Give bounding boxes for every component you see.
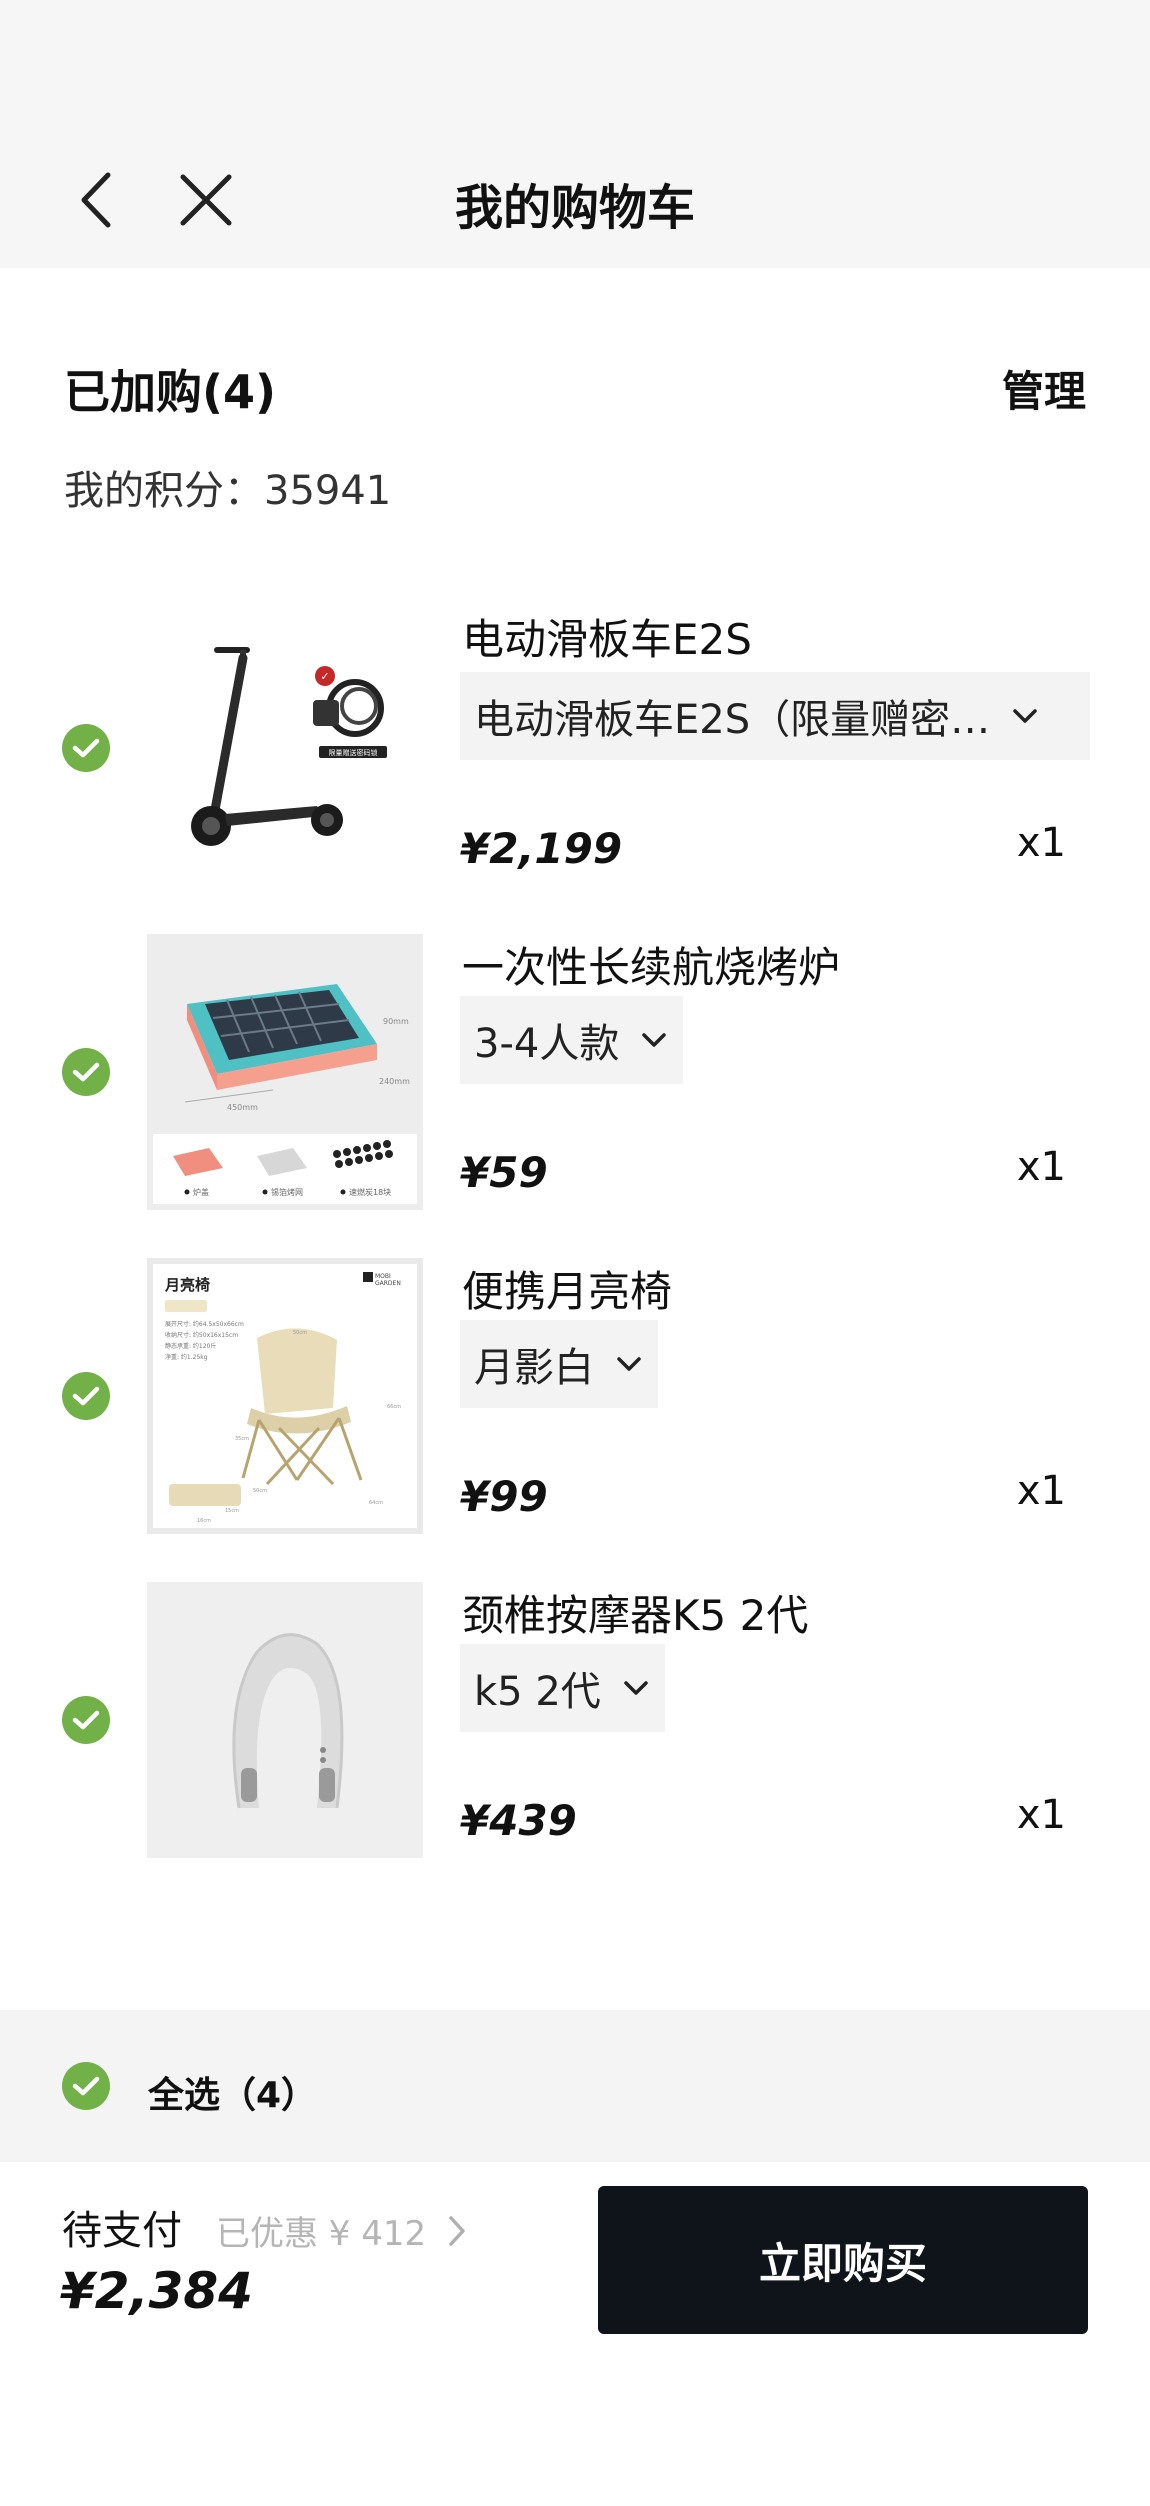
cart-item: 月亮椅 MOBI GARDEN 展开尺寸: 约64.5x50x66cm 收纳尺寸… [0, 1258, 1150, 1558]
points-value: 35941 [264, 468, 392, 514]
grill-dim-height: 90mm [383, 1017, 409, 1026]
scooter-gift-caption: 限量赠送密码锁 [329, 748, 378, 757]
chair-title: 月亮椅 [164, 1276, 210, 1294]
spec-selector[interactable]: 电动滑板车E2S（限量赠密… [460, 672, 1090, 760]
chevron-down-icon [1010, 701, 1040, 731]
item-check-icon[interactable] [62, 724, 110, 772]
page-title: 我的购物车 [454, 180, 695, 236]
select-all-check-icon[interactable] [62, 2062, 110, 2110]
points-display: 我的积分：35941 [64, 458, 391, 516]
spec-value: 电动滑板车E2S（限量赠密… [474, 697, 991, 743]
item-quantity[interactable]: x1 [1017, 1792, 1066, 1838]
points-label: 我的积分： [64, 468, 264, 514]
item-price: ¥2,199 [460, 824, 623, 873]
grill-acc-1: 炉盖 [193, 1187, 209, 1197]
total-price: ¥2,384 [60, 2262, 253, 2320]
grill-image[interactable]: 450mm 240mm 90mm 炉盖 锡箔烤网 速燃炭18块 [147, 934, 423, 1210]
item-price: ¥439 [460, 1796, 577, 1845]
buy-now-button[interactable]: 立即购买 [598, 2186, 1088, 2334]
cart-count-heading: 已加购(4) [64, 365, 277, 419]
chair-spec-4: 净重: 约1.25kg [165, 1353, 208, 1361]
spec-value: 3-4人款 [474, 1021, 620, 1067]
chair-dim-g: 16cm [197, 1518, 211, 1524]
discount-text: 已优惠 ¥ 412 [216, 2214, 427, 2254]
scooter-image[interactable]: ✓ 限量赠送密码锁 [147, 600, 423, 876]
item-name[interactable]: 便携月亮椅 [462, 1258, 672, 1319]
chair-dim-f: 15cm [225, 1508, 239, 1514]
grill-dim-depth: 240mm [379, 1077, 410, 1086]
chevron-right-icon [448, 2214, 470, 2248]
grill-dim-width: 450mm [227, 1103, 258, 1112]
item-name[interactable]: 一次性长续航烧烤炉 [462, 934, 840, 995]
top-bar: 我的购物车 [0, 0, 1150, 268]
chair-brand-1: MOBI [375, 1273, 391, 1280]
select-all-label[interactable]: 全选（4） [148, 2066, 317, 2118]
item-quantity[interactable]: x1 [1017, 1468, 1066, 1514]
chair-dim-c: 35cm [235, 1436, 249, 1442]
item-check-icon[interactable] [62, 1048, 110, 1096]
grill-acc-2: 锡箔烤网 [271, 1187, 303, 1197]
chair-dim-e: 50cm [253, 1488, 267, 1494]
chevron-down-icon [614, 1349, 644, 1379]
spec-selector[interactable]: 3-4人款 [460, 996, 684, 1084]
spec-value: 月影白 [474, 1345, 594, 1391]
pay-label: 待支付 [62, 2208, 182, 2254]
discount-detail[interactable]: 已优惠 ¥ 412 [216, 2206, 470, 2255]
manage-button[interactable]: 管理 [1002, 358, 1086, 419]
cart-item: ✓ 限量赠送密码锁 电动滑板车E2S 电动滑板车E2S（限量赠密… ¥2,199… [0, 600, 1150, 900]
svg-text:✓: ✓ [320, 670, 329, 683]
chair-spec-3: 静态承重: 约120斤 [165, 1342, 216, 1350]
grill-acc-3: 速燃炭18块 [349, 1187, 391, 1197]
chair-spec-2: 收纳尺寸: 约50x16x15cm [165, 1331, 238, 1339]
chevron-down-icon [639, 1025, 669, 1055]
item-price: ¥59 [460, 1148, 548, 1197]
chair-dim-a: 50cm [293, 1330, 307, 1336]
cart-item: 颈椎按摩器K5 2代 k5 2代 ¥439 x1 [0, 1582, 1150, 1882]
spec-selector[interactable]: k5 2代 [460, 1644, 665, 1732]
chevron-down-icon [621, 1673, 651, 1703]
neck-massager-image[interactable] [147, 1582, 423, 1858]
item-name[interactable]: 颈椎按摩器K5 2代 [462, 1582, 808, 1643]
select-all-bar: 全选（4） [0, 2010, 1150, 2162]
chair-brand-2: GARDEN [375, 1280, 401, 1287]
chair-dim-d: 64cm [369, 1500, 383, 1506]
item-quantity[interactable]: x1 [1017, 820, 1066, 866]
spec-value: k5 2代 [474, 1669, 601, 1715]
item-check-icon[interactable] [62, 1696, 110, 1744]
cart-item: 450mm 240mm 90mm 炉盖 锡箔烤网 速燃炭18块 一次性长续航烧烤… [0, 934, 1150, 1234]
item-quantity[interactable]: x1 [1017, 1144, 1066, 1190]
item-price: ¥99 [460, 1472, 548, 1521]
moon-chair-image[interactable]: 月亮椅 MOBI GARDEN 展开尺寸: 约64.5x50x66cm 收纳尺寸… [147, 1258, 423, 1534]
chair-spec-1: 展开尺寸: 约64.5x50x66cm [165, 1320, 244, 1328]
chair-dim-b: 66cm [387, 1404, 401, 1410]
spec-selector[interactable]: 月影白 [460, 1320, 658, 1408]
item-check-icon[interactable] [62, 1372, 110, 1420]
item-name[interactable]: 电动滑板车E2S [462, 606, 752, 667]
